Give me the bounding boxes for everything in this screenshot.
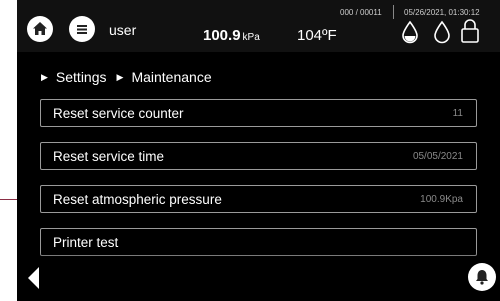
reset-service-time-item[interactable]: Reset service time 05/05/2021	[40, 142, 477, 170]
water-drop-outline-icon	[434, 20, 450, 44]
item-label: Reset service time	[53, 149, 165, 164]
water-drop-filled-icon	[402, 20, 418, 44]
item-label: Printer test	[53, 235, 119, 250]
pressure-unit: kPa	[242, 32, 260, 43]
home-icon	[33, 22, 47, 35]
breadcrumb-arrow-icon: ▶	[41, 71, 48, 82]
item-value: 05/05/2021	[412, 151, 463, 162]
breadcrumb-maintenance: Maintenance	[131, 69, 212, 85]
reset-atmospheric-pressure-item[interactable]: Reset atmospheric pressure 100.9Kpa	[40, 185, 477, 213]
lock-icon	[461, 19, 479, 43]
bottom-bar	[17, 252, 500, 301]
menu-button[interactable]	[69, 16, 95, 42]
pressure-readout: 100.9 kPa	[203, 27, 260, 44]
alarm-button[interactable]	[468, 263, 496, 291]
item-value: 100.9Kpa	[420, 194, 463, 205]
breadcrumb: ▶ Settings ▶ Maintenance	[41, 66, 212, 88]
temperature-readout: 104ºF	[297, 27, 337, 44]
user-label: user	[109, 22, 137, 38]
item-label: Reset atmospheric pressure	[53, 192, 222, 207]
back-arrow-icon[interactable]	[25, 265, 43, 291]
date-time: 05/26/2021, 01:30:12	[404, 8, 480, 17]
pressure-value: 100.9	[203, 27, 241, 44]
screen: user 100.9 kPa 104ºF 000 / 00011 05/26/20…	[17, 0, 500, 301]
breadcrumb-arrow-icon: ▶	[116, 71, 124, 82]
meta-divider	[393, 5, 394, 19]
home-button[interactable]	[27, 16, 53, 42]
item-label: Reset service counter	[53, 106, 184, 121]
reset-service-counter-item[interactable]: Reset service counter 11	[40, 99, 477, 127]
bell-icon	[476, 270, 488, 285]
menu-icon	[77, 25, 87, 34]
item-value: 11	[452, 108, 463, 119]
breadcrumb-settings[interactable]: Settings	[56, 69, 107, 85]
cycle-counter: 000 / 00011	[340, 8, 382, 17]
top-bar: user 100.9 kPa 104ºF 000 / 00011 05/26/20…	[17, 0, 500, 52]
